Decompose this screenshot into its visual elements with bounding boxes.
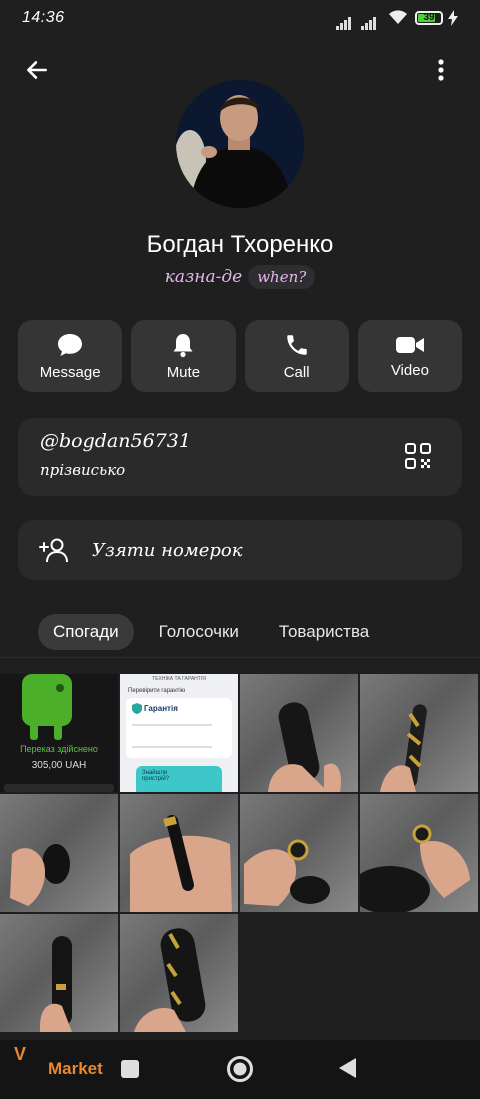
payment-status: Переказ здійснено	[20, 744, 98, 754]
battery-icon: 39	[415, 11, 443, 25]
message-icon	[58, 333, 83, 356]
add-person-icon	[39, 538, 68, 563]
more-vertical-icon	[438, 59, 444, 81]
back-button[interactable]	[22, 55, 52, 85]
media-item-payment[interactable]: Переказ здійснено 305,00 UAH	[0, 674, 118, 792]
device-photo	[380, 704, 427, 792]
warranty-header: ТЕХНІКА ТА ГАРАНТІЯ	[152, 676, 206, 682]
mute-button[interactable]: Mute	[131, 320, 236, 392]
device-photo	[10, 844, 70, 906]
action-buttons: Message Mute Call Video	[18, 320, 462, 392]
media-item-photo[interactable]	[240, 794, 358, 912]
media-item-photo[interactable]	[120, 914, 238, 1032]
status-chip: when?	[248, 265, 316, 289]
tab-voices[interactable]: Голосочки	[144, 614, 254, 650]
recents-icon[interactable]	[120, 1059, 140, 1079]
device-photo	[40, 936, 72, 1032]
warranty-line: Перевірити гарантію	[128, 688, 186, 694]
media-item-warranty[interactable]: ТЕХНІКА ТА ГАРАНТІЯ Перевірити гарантію …	[120, 674, 238, 792]
media-item-photo[interactable]	[0, 794, 118, 912]
call-label: Call	[283, 363, 310, 381]
media-tabs: Спогади Голосочки Товариства	[38, 614, 384, 650]
warranty-title: Гарантія	[144, 704, 178, 713]
profile-status: казна-де when?	[0, 265, 480, 289]
video-icon	[395, 336, 424, 353]
profile-name: Богдан Тхоренко	[146, 231, 334, 258]
media-item-photo[interactable]	[0, 914, 118, 1032]
media-grid: Переказ здійснено 305,00 UAH ТЕХНІКА ТА …	[0, 674, 480, 1032]
add-contact-label: Узяти номерок	[92, 539, 243, 561]
battery-level: 39	[423, 12, 435, 23]
warranty-lines	[132, 724, 212, 748]
arrow-left-icon	[27, 61, 47, 79]
shield-icon	[132, 703, 142, 714]
call-button[interactable]: Call	[244, 320, 349, 392]
signal-icon	[336, 12, 352, 30]
message-label: Message	[39, 363, 101, 381]
home-icon[interactable]	[226, 1055, 254, 1083]
status-bar: 14:36 39	[0, 0, 480, 36]
add-contact-row[interactable]: Узяти номерок	[18, 520, 462, 580]
payment-thumbnail	[4, 674, 114, 792]
tab-groups[interactable]: Товариства	[264, 614, 384, 650]
video-label: Video	[390, 361, 429, 379]
media-item-photo[interactable]	[360, 794, 478, 912]
status-text: казна-де	[164, 267, 243, 287]
username: @bogdan56731	[40, 430, 191, 452]
device-photo	[134, 928, 206, 1032]
avatar[interactable]	[176, 80, 304, 208]
username-card[interactable]: @bogdan56731 прізвисько	[18, 418, 462, 496]
media-item-photo[interactable]	[120, 794, 238, 912]
qr-code-icon[interactable]	[404, 442, 432, 470]
media-item-photo[interactable]	[240, 674, 358, 792]
status-time: 14:36	[22, 9, 65, 26]
username-label: прізвисько	[40, 461, 126, 479]
device-photo	[130, 814, 232, 912]
watermark-logo: V	[14, 1044, 27, 1064]
avatar-photo	[176, 80, 304, 208]
device-photo	[244, 839, 330, 906]
media-item-photo[interactable]	[360, 674, 478, 792]
payment-amount: 305,00 UAH	[31, 760, 87, 771]
back-nav-icon[interactable]	[338, 1057, 358, 1079]
charging-icon	[448, 10, 458, 26]
warranty-promo-text: Знайшли пристрій?	[142, 770, 170, 782]
watermark-text: Market	[48, 1059, 103, 1078]
device-photo	[360, 824, 470, 912]
mute-label: Mute	[166, 363, 201, 381]
video-button[interactable]: Video	[357, 320, 462, 392]
device-photo	[268, 702, 342, 792]
tab-memories[interactable]: Спогади	[38, 614, 134, 650]
wifi-icon	[389, 10, 407, 24]
bell-icon	[173, 333, 193, 357]
more-button[interactable]	[426, 55, 456, 85]
message-button[interactable]: Message	[18, 320, 123, 392]
tabs-divider	[0, 657, 480, 658]
signal-icon	[361, 12, 377, 30]
phone-icon	[286, 334, 307, 355]
